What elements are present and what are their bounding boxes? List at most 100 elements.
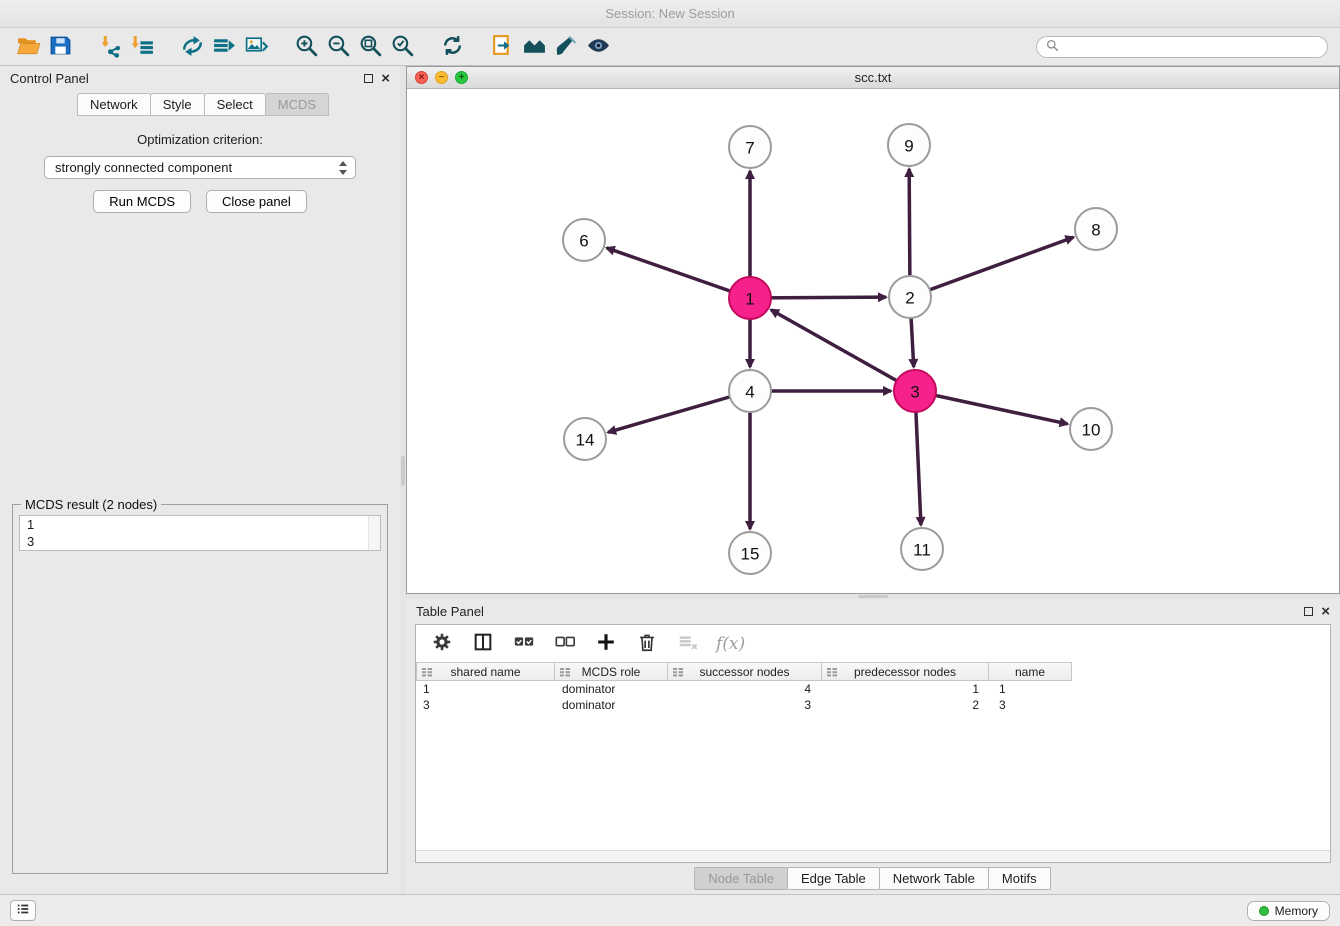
add-column-button[interactable] <box>593 631 619 657</box>
zoom-selected-button[interactable] <box>386 32 418 62</box>
cell-name[interactable]: 1 <box>992 681 1076 697</box>
table-row[interactable]: 1 dominator 4 1 1 <box>416 681 1330 697</box>
status-bar: Memory <box>0 894 1340 926</box>
column-header-mcds-role[interactable]: MCDS role <box>554 662 668 681</box>
save-session-button[interactable] <box>44 32 76 62</box>
import-table-button[interactable] <box>126 32 158 62</box>
unchecked-boxes-icon <box>554 631 576 656</box>
column-header-successor-nodes[interactable]: successor nodes <box>667 662 822 681</box>
close-panel-icon[interactable]: × <box>1321 604 1330 619</box>
column-grip-icon <box>559 666 571 681</box>
close-panel-icon[interactable]: × <box>381 71 390 86</box>
memory-button[interactable]: Memory <box>1247 901 1330 921</box>
tab-motifs[interactable]: Motifs <box>988 867 1051 890</box>
open-session-button[interactable] <box>12 32 44 62</box>
mcds-result-list[interactable]: 1 3 <box>19 515 381 551</box>
open-folder-icon <box>16 33 41 61</box>
network-arrows-icon <box>180 33 205 61</box>
column-browser-button[interactable] <box>470 631 496 657</box>
cell-shared-name[interactable]: 1 <box>416 681 555 697</box>
graph-edge-3-10[interactable] <box>915 391 1068 424</box>
graph-edge-1-6[interactable] <box>607 248 750 298</box>
float-panel-icon[interactable] <box>1304 607 1313 616</box>
column-header-name[interactable]: name <box>988 662 1072 681</box>
show-hide-button[interactable] <box>582 32 614 62</box>
zoom-in-button[interactable] <box>290 32 322 62</box>
zoom-fit-button[interactable] <box>354 32 386 62</box>
cell-name[interactable]: 3 <box>992 697 1076 713</box>
function-builder-button-disabled: f(x) <box>716 631 745 657</box>
tab-mcds[interactable]: MCDS <box>265 93 329 116</box>
float-panel-icon[interactable] <box>364 74 373 83</box>
checked-boxes-icon <box>513 631 535 656</box>
result-item[interactable]: 1 <box>20 516 380 533</box>
network-canvas[interactable]: 7968124314101511 <box>407 89 1339 593</box>
minimize-window-icon[interactable]: − <box>435 71 448 84</box>
clone-network-button[interactable] <box>486 32 518 62</box>
cell-predecessor-nodes[interactable]: 2 <box>824 697 992 713</box>
select-all-button[interactable] <box>511 631 537 657</box>
column-header-shared-name[interactable]: shared name <box>416 662 555 681</box>
delete-column-button[interactable] <box>634 631 660 657</box>
new-network-button[interactable] <box>176 32 208 62</box>
graph-node-label-9: 9 <box>904 137 913 156</box>
cell-successor-nodes[interactable]: 3 <box>669 697 824 713</box>
horizontal-splitter[interactable] <box>406 594 1340 599</box>
column-header-predecessor-nodes[interactable]: predecessor nodes <box>821 662 989 681</box>
export-table-button[interactable] <box>208 32 240 62</box>
search-icon <box>1046 39 1059 55</box>
column-grip-icon <box>672 666 684 681</box>
maximize-window-icon[interactable]: + <box>455 71 468 84</box>
table-panel-title: Table Panel <box>416 604 484 619</box>
control-panel-header: Control Panel × <box>0 66 400 91</box>
zoom-out-button[interactable] <box>322 32 354 62</box>
table-horizontal-scrollbar[interactable] <box>416 850 1330 862</box>
refresh-view-button[interactable] <box>436 32 468 62</box>
deselect-all-button[interactable] <box>552 631 578 657</box>
optimization-criterion-select[interactable]: strongly connected component <box>44 156 356 179</box>
column-label: successor nodes <box>699 665 789 679</box>
tab-style[interactable]: Style <box>150 93 205 116</box>
cell-mcds-role[interactable]: dominator <box>555 697 669 713</box>
memory-label: Memory <box>1275 904 1318 918</box>
tab-node-table[interactable]: Node Table <box>694 867 788 890</box>
graph-node-label-1: 1 <box>745 290 754 309</box>
cell-shared-name[interactable]: 3 <box>416 697 555 713</box>
columns-icon <box>472 631 494 656</box>
graph-edge-4-14[interactable] <box>608 391 750 432</box>
window-titlebar: Session: New Session <box>0 0 1340 28</box>
table-row[interactable]: 3 dominator 3 2 3 <box>416 697 1330 713</box>
task-history-button[interactable] <box>10 900 36 921</box>
memory-status-icon <box>1259 906 1269 916</box>
trash-icon <box>636 631 658 656</box>
graph-node-label-2: 2 <box>905 289 914 308</box>
tab-edge-table[interactable]: Edge Table <box>787 867 880 890</box>
tab-select[interactable]: Select <box>204 93 266 116</box>
result-scrollbar[interactable] <box>368 516 380 550</box>
vertical-splitter[interactable] <box>400 66 406 894</box>
tab-network[interactable]: Network <box>77 93 151 116</box>
tab-network-table[interactable]: Network Table <box>879 867 989 890</box>
splitter-handle[interactable] <box>401 456 405 486</box>
hierarchy-home-button[interactable] <box>518 32 550 62</box>
graph-node-label-7: 7 <box>745 139 754 158</box>
run-mcds-button[interactable]: Run MCDS <box>93 190 191 213</box>
splitter-handle[interactable] <box>858 595 888 598</box>
cell-successor-nodes[interactable]: 4 <box>669 681 824 697</box>
export-image-button[interactable] <box>240 32 272 62</box>
graph-edge-2-8[interactable] <box>910 237 1073 297</box>
graph-node-label-3: 3 <box>910 383 919 402</box>
cell-predecessor-nodes[interactable]: 1 <box>824 681 992 697</box>
eye-icon <box>586 33 611 61</box>
import-network-button[interactable] <box>94 32 126 62</box>
search-input[interactable] <box>1065 39 1318 54</box>
graph-edge-3-1[interactable] <box>771 310 915 391</box>
close-window-icon[interactable]: × <box>415 71 428 84</box>
result-item[interactable]: 3 <box>20 533 380 550</box>
column-settings-button[interactable] <box>429 631 455 657</box>
apply-style-button[interactable] <box>550 32 582 62</box>
global-search[interactable] <box>1036 36 1328 58</box>
cell-mcds-role[interactable]: dominator <box>555 681 669 697</box>
close-panel-button[interactable]: Close panel <box>206 190 307 213</box>
network-graph[interactable]: 7968124314101511 <box>407 89 1339 593</box>
